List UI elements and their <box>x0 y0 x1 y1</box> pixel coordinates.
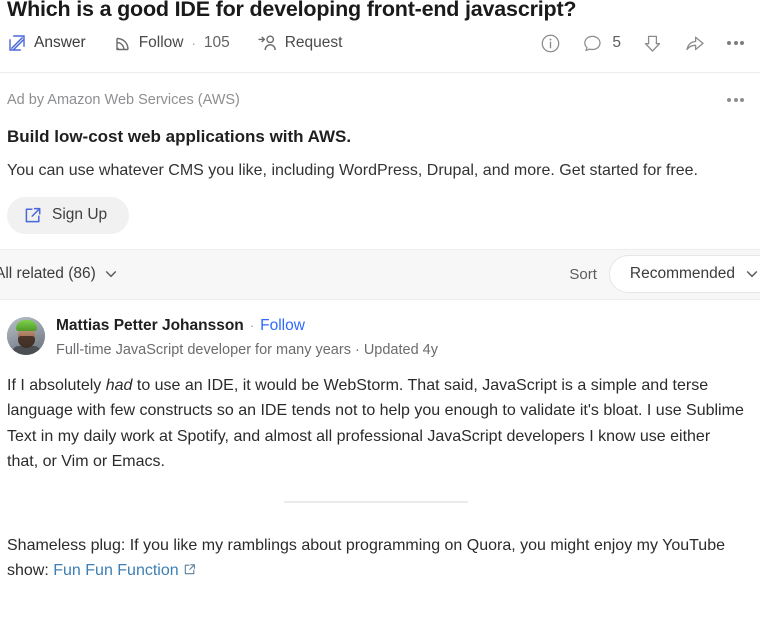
sort-controls: Sort Recommended <box>569 255 760 294</box>
answer-section-divider <box>283 500 468 503</box>
question-more-options-button[interactable] <box>727 41 744 45</box>
chevron-down-icon <box>745 267 759 281</box>
sort-dropdown-value: Recommended <box>629 265 735 283</box>
external-link-icon <box>23 206 42 225</box>
fun-fun-function-link[interactable]: Fun Fun Function <box>53 562 178 579</box>
author-separator: · <box>249 317 255 333</box>
follow-count: 105 <box>203 34 230 52</box>
more-dot <box>740 41 744 45</box>
request-button[interactable]: Request <box>256 33 343 53</box>
ad-body-text: You can use whatever CMS you like, inclu… <box>7 161 698 179</box>
downvote-arrow-icon[interactable] <box>642 33 663 54</box>
person-arrow-icon <box>256 33 278 53</box>
author-follow-link[interactable]: Follow <box>260 316 305 335</box>
all-related-dropdown[interactable]: All related (86) <box>0 265 118 283</box>
follow-button[interactable]: Follow · 105 <box>112 33 230 53</box>
author-name-row: Mattias Petter Johansson · Follow <box>56 316 438 335</box>
ad-header: Ad by Amazon Web Services (AWS) <box>7 73 744 108</box>
ad-more-options-button[interactable] <box>727 98 744 103</box>
answer-plug-paragraph: Shameless plug: If you like my ramblings… <box>7 533 744 585</box>
answers-sort-bar: All related (86) Sort Recommended <box>0 248 760 300</box>
avatar-hair <box>16 319 37 331</box>
sort-label: Sort <box>569 265 597 283</box>
question-actions-left: Answer Follow · 105 Request <box>7 33 342 53</box>
all-related-label: All related (86) <box>0 265 96 283</box>
pencil-square-icon <box>7 33 27 53</box>
answer-author-row: Mattias Petter Johansson · Follow Full-t… <box>7 300 744 359</box>
share-arrow-icon[interactable] <box>684 33 706 54</box>
ad-title[interactable]: Build low-cost web applications with AWS… <box>7 127 744 147</box>
author-credential: Full-time JavaScript developer for many … <box>56 341 438 358</box>
follow-rss-icon <box>112 33 132 53</box>
follow-separator: · <box>191 35 196 51</box>
quora-answer-page: Which is a good IDE for developing front… <box>0 0 760 630</box>
more-dot <box>727 41 731 45</box>
question-actions-right: 5 <box>540 33 744 54</box>
author-meta: Mattias Petter Johansson · Follow Full-t… <box>56 315 438 359</box>
follow-button-label: Follow <box>138 34 184 52</box>
more-dot <box>733 41 738 45</box>
comment-count: 5 <box>612 34 621 52</box>
answer-card: Mattias Petter Johansson · Follow Full-t… <box>0 300 760 584</box>
answer-body-part1: If I absolutely <box>7 376 106 394</box>
answer-button[interactable]: Answer <box>7 33 86 53</box>
author-name[interactable]: Mattias Petter Johansson <box>56 316 244 335</box>
question-action-bar: Answer Follow · 105 Request 5 <box>0 22 760 64</box>
more-dot <box>740 98 744 103</box>
answer-body-emphasis: had <box>105 376 133 394</box>
comment-bubble-icon <box>582 33 603 54</box>
sort-dropdown[interactable]: Recommended <box>608 255 760 294</box>
sign-up-button-label: Sign Up <box>52 206 108 224</box>
ad-attribution-label: Ad by Amazon Web Services (AWS) <box>7 92 240 108</box>
more-dot <box>733 98 738 103</box>
page-title: Which is a good IDE for developing front… <box>7 0 577 21</box>
external-link-icon <box>183 559 196 584</box>
sign-up-button[interactable]: Sign Up <box>7 196 130 234</box>
request-button-label: Request <box>284 34 343 52</box>
info-circle-icon[interactable] <box>540 33 561 54</box>
answer-button-label: Answer <box>34 34 86 52</box>
answer-body: If I absolutely had to use an IDE, it wo… <box>7 373 744 475</box>
comment-button[interactable]: 5 <box>582 33 621 54</box>
more-dot <box>727 98 731 103</box>
avatar[interactable] <box>7 316 45 355</box>
chevron-down-icon <box>104 267 118 281</box>
ad-block: Ad by Amazon Web Services (AWS) Build lo… <box>0 73 760 234</box>
